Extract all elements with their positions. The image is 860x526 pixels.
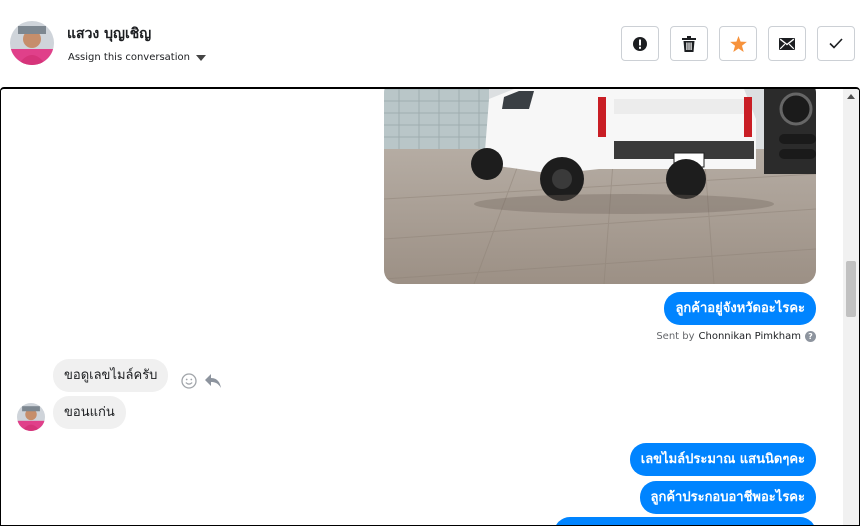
scrollbar-thumb[interactable] — [846, 261, 856, 317]
incoming-message[interactable]: ขอดูเลขไมล์ครับ — [53, 359, 169, 392]
message-thread[interactable]: ลูกค้าอยู่จังหวัดอะไรคะ Sent by Chonnika… — [0, 87, 860, 526]
contact-name: แสวง บุญเชิญ — [67, 26, 152, 42]
trash-icon — [682, 35, 696, 52]
sent-by-prefix: Sent by — [656, 331, 695, 342]
message-tools — [181, 373, 221, 389]
delete-button[interactable] — [670, 26, 708, 61]
mark-spam-button[interactable] — [621, 26, 659, 61]
thread-scrollbar[interactable] — [843, 89, 859, 525]
alert-circle-icon — [633, 36, 647, 51]
mark-done-button[interactable] — [817, 26, 855, 61]
sent-by-info: Sent by Chonnikan Pimkham ? — [656, 331, 816, 342]
outgoing-message[interactable]: ลูกค้าประกอบอาชีพอะไรคะ — [639, 481, 816, 514]
outgoing-message-partial[interactable] — [554, 517, 816, 525]
outgoing-message[interactable]: เลขไมล์ประมาณ แสนนิดๆคะ — [629, 443, 816, 476]
star-icon — [729, 35, 747, 52]
sent-by-agent-name: Chonnikan Pimkham — [698, 331, 801, 342]
reply-icon[interactable] — [205, 374, 221, 388]
emoji-reaction-icon[interactable] — [181, 373, 197, 389]
checkmark-icon — [829, 38, 843, 49]
envelope-icon — [779, 37, 795, 50]
vehicle-photo-attachment[interactable] — [384, 89, 816, 284]
conversation-header: แสวง บุญเชิญ Assign this conversation — [0, 0, 860, 87]
outgoing-message[interactable]: ลูกค้าอยู่จังหวัดอะไรคะ — [664, 292, 816, 325]
incoming-message[interactable]: ขอนแก่น — [53, 396, 126, 429]
conversation-actions — [621, 26, 855, 61]
assign-conversation-label: Assign this conversation — [68, 52, 190, 63]
contact-avatar[interactable] — [10, 21, 54, 65]
scroll-up-arrow-icon[interactable] — [847, 94, 855, 99]
help-icon[interactable]: ? — [805, 331, 816, 342]
assign-conversation-dropdown[interactable]: Assign this conversation — [68, 52, 206, 63]
contact-avatar-small[interactable] — [17, 403, 45, 431]
mark-unread-button[interactable] — [768, 26, 806, 61]
star-button[interactable] — [719, 26, 757, 61]
caret-down-icon — [195, 54, 206, 61]
